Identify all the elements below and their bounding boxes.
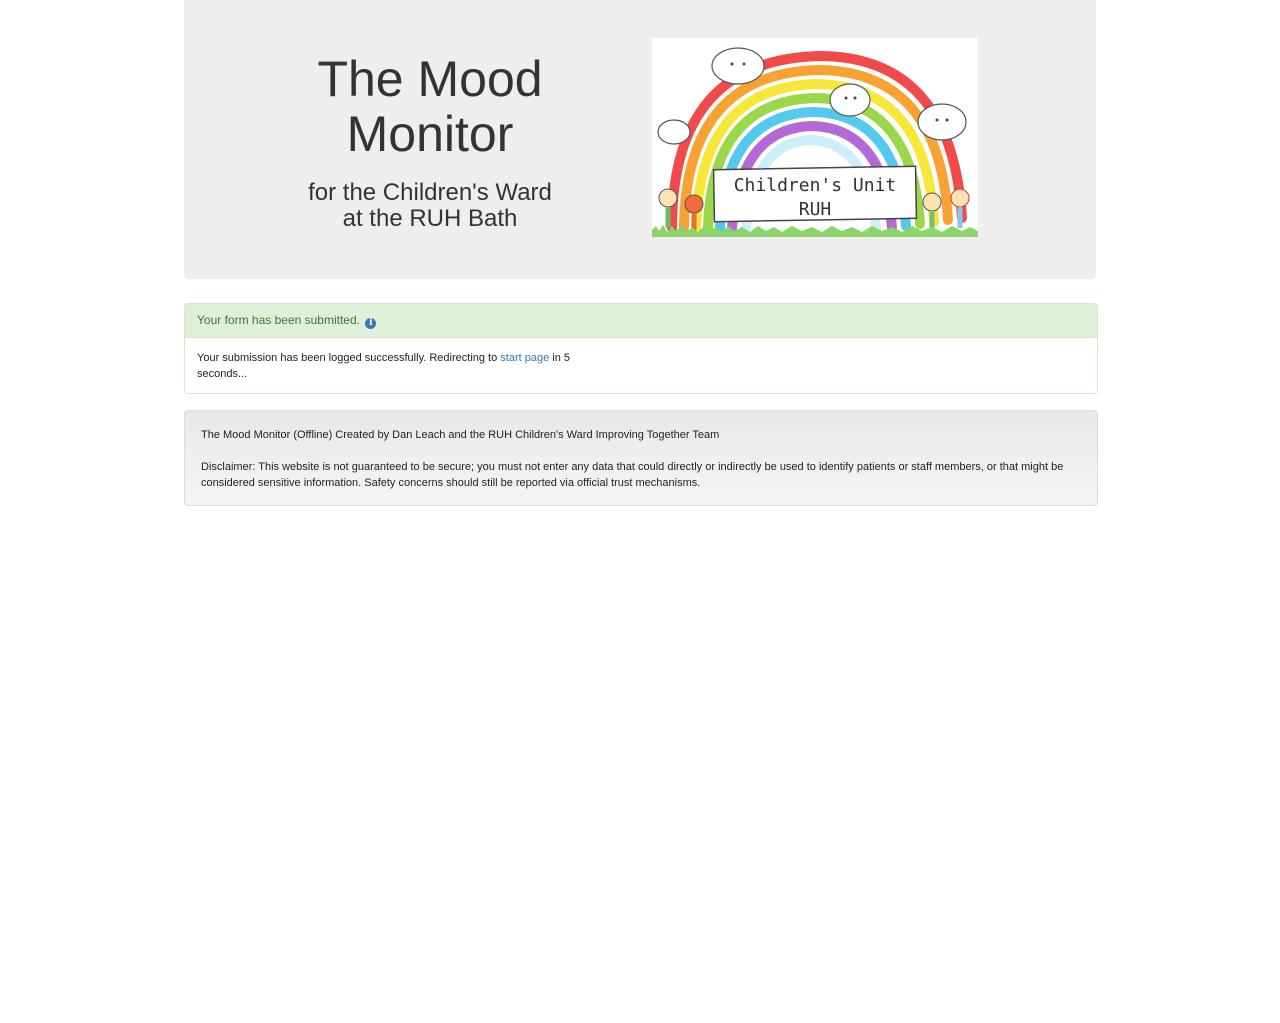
redirect-message-prefix: Your submission has been logged successf… <box>197 352 498 364</box>
subtitle-line-2: at the RUH Bath <box>342 205 518 232</box>
title-block: The Mood Monitor for the Children's Ward… <box>184 52 676 232</box>
start-page-link[interactable]: start page <box>500 352 549 364</box>
success-panel-body: Your submission has been logged successf… <box>185 338 593 382</box>
subtitle-line-1: for the Children's Ward <box>308 179 552 206</box>
logo-banner-line-2: RUH <box>799 199 832 220</box>
redirect-countdown-unit: seconds... <box>197 368 248 380</box>
page-subtitle: for the Children's Ward at the RUH Bath <box>184 180 676 232</box>
rainbow-logo-image: Children's Unit RUH <box>652 47 978 237</box>
logo-banner-line-1: Children's Unit <box>734 175 897 196</box>
header-jumbotron: The Mood Monitor for the Children's Ward… <box>184 0 1096 279</box>
info-circle-icon[interactable]: i <box>365 318 377 329</box>
footer-well: The Mood Monitor (Offline) Created by Da… <box>184 410 1098 506</box>
redirect-countdown: in 5 <box>552 352 571 364</box>
footer-disclaimer: Disclaimer: This website is not guarante… <box>201 461 1064 489</box>
page-title: The Mood Monitor <box>184 52 676 162</box>
page-title-text: The Mood Monitor <box>317 51 543 162</box>
success-heading-text: Your form has been submitted. <box>197 313 360 327</box>
footer-credits: The Mood Monitor (Offline) Created by Da… <box>201 429 720 441</box>
submission-success-panel: Your form has been submitted. i Your sub… <box>184 303 1098 394</box>
childrens-unit-logo: Children's Unit RUH <box>652 38 978 237</box>
success-panel-heading: Your form has been submitted. i <box>185 304 1097 338</box>
